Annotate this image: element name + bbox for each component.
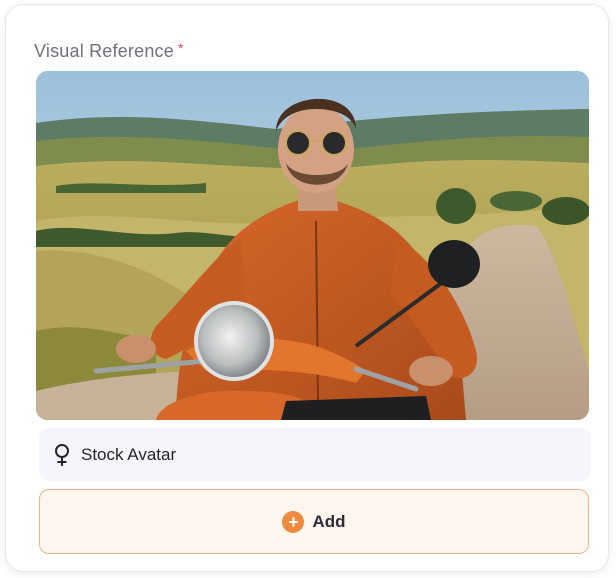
required-asterisk: * [177, 40, 184, 56]
add-button[interactable]: + Add [39, 489, 589, 554]
visual-reference-card: Visual Reference * Stock Avatar + Add [5, 4, 609, 572]
stock-avatar-item[interactable]: Stock Avatar [39, 428, 591, 481]
stock-avatar-label: Stock Avatar [81, 444, 177, 464]
plus-circle-icon: + [282, 510, 305, 533]
reference-image[interactable] [36, 71, 589, 420]
add-button-label: Add [312, 511, 346, 531]
reference-photo [36, 71, 589, 420]
female-symbol-icon [52, 443, 72, 467]
field-label: Visual Reference * [34, 41, 183, 63]
field-label-text: Visual Reference [34, 41, 174, 61]
